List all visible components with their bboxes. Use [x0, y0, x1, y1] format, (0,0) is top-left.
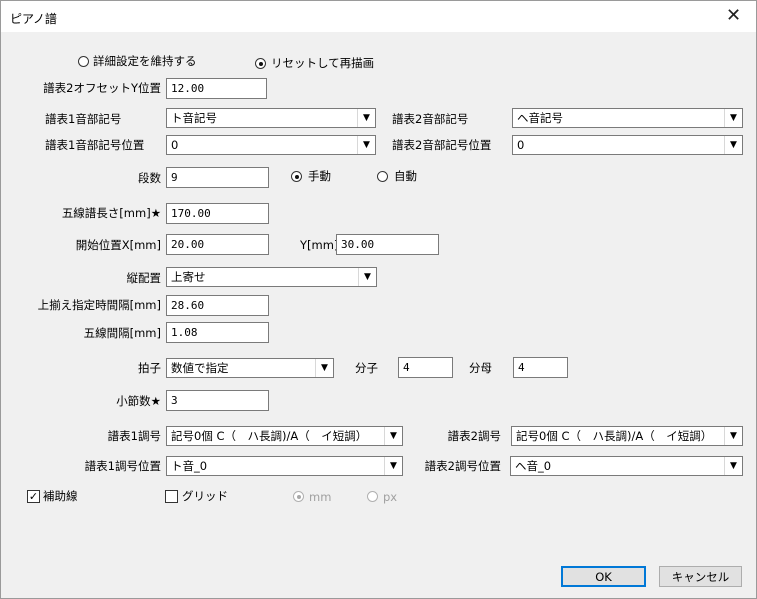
- grid-label: グリッド: [182, 489, 228, 503]
- clef2-value: ヘ音記号: [517, 112, 563, 125]
- clef1-select[interactable]: ト音記号 ▼: [166, 108, 376, 128]
- dialog-window: ピアノ譜 ✕ 詳細設定を維持する リセットして再描画 譜表2オフセットY位置 譜…: [0, 0, 757, 599]
- key2-position-value: ヘ音_0: [515, 460, 552, 473]
- denominator-input[interactable]: [513, 357, 568, 378]
- ok-button[interactable]: OK: [561, 566, 646, 587]
- start-y-input[interactable]: [336, 234, 439, 255]
- key1-position-select[interactable]: ト音_0 ▼: [166, 456, 403, 476]
- radio-auto-label: 自動: [394, 169, 417, 183]
- vertical-align-select[interactable]: 上寄せ ▼: [166, 267, 377, 287]
- clef2-select[interactable]: ヘ音記号 ▼: [512, 108, 743, 128]
- cancel-button[interactable]: キャンセル: [659, 566, 742, 587]
- key2-value: 記号0個 C（ ハ長調)/A（ イ短調）: [516, 430, 713, 443]
- clef2-position-select[interactable]: 0 ▼: [512, 135, 743, 155]
- chevron-down-icon: ▼: [724, 136, 742, 154]
- radio-manual-label: 手動: [308, 169, 331, 183]
- radio-unit-mm[interactable]: [293, 491, 304, 502]
- key1-value: 記号0個 C（ ハ長調)/A（ イ短調）: [171, 430, 368, 443]
- clef1-position-label: 譜表1音部記号位置: [45, 138, 145, 152]
- chevron-down-icon: ▼: [724, 457, 742, 475]
- radio-reset-redraw-label: リセットして再描画: [271, 56, 375, 70]
- chevron-down-icon: ▼: [357, 109, 375, 127]
- key1-select[interactable]: 記号0個 C（ ハ長調)/A（ イ短調） ▼: [166, 426, 403, 446]
- time-signature-select[interactable]: 数値で指定 ▼: [166, 358, 334, 378]
- offset-y-input[interactable]: [166, 78, 267, 99]
- radio-reset-redraw[interactable]: [255, 58, 266, 69]
- staff-spacing-input[interactable]: [166, 322, 269, 343]
- radio-keep-settings[interactable]: [78, 56, 89, 67]
- radio-unit-px-label: px: [383, 490, 398, 504]
- staff-spacing-label: 五線間隔[mm]: [83, 326, 161, 340]
- staff-length-input[interactable]: [166, 203, 269, 224]
- time-signature-value: 数値で指定: [171, 362, 229, 375]
- radio-manual[interactable]: [291, 171, 302, 182]
- key2-label: 譜表2調号: [447, 429, 501, 443]
- chevron-down-icon: ▼: [384, 427, 402, 445]
- chevron-down-icon: ▼: [724, 427, 742, 445]
- measures-label: 小節数★: [116, 394, 161, 408]
- title-bar: ピアノ譜 ✕: [1, 1, 756, 32]
- numerator-input[interactable]: [398, 357, 453, 378]
- radio-unit-mm-label: mm: [309, 490, 332, 504]
- vertical-align-label: 縦配置: [126, 271, 162, 285]
- start-x-label: 開始位置X[mm]: [75, 238, 161, 252]
- clef1-position-value: 0: [171, 139, 179, 152]
- start-y-label: Y[mm]: [300, 238, 339, 252]
- guides-label: 補助線: [43, 489, 78, 503]
- top-align-spacing-input[interactable]: [166, 295, 269, 316]
- clef1-label: 譜表1音部記号: [45, 112, 122, 126]
- staff-length-label: 五線譜長さ[mm]★: [61, 206, 161, 220]
- key1-position-value: ト音_0: [171, 460, 208, 473]
- clef2-position-label: 譜表2音部記号位置: [392, 138, 492, 152]
- key2-position-label: 譜表2調号位置: [424, 459, 501, 473]
- clef1-value: ト音記号: [171, 112, 217, 125]
- rows-label: 段数: [138, 171, 161, 185]
- guides-checkbox[interactable]: ✓: [27, 490, 40, 503]
- start-x-input[interactable]: [166, 234, 269, 255]
- time-signature-label: 拍子: [138, 361, 161, 375]
- top-align-spacing-label: 上揃え指定時間隔[mm]: [37, 298, 161, 312]
- close-icon[interactable]: ✕: [711, 1, 756, 32]
- chevron-down-icon: ▼: [357, 136, 375, 154]
- radio-auto[interactable]: [377, 171, 388, 182]
- numerator-label: 分子: [355, 361, 378, 375]
- key1-position-label: 譜表1調号位置: [84, 459, 161, 473]
- radio-keep-settings-label: 詳細設定を維持する: [93, 54, 197, 68]
- radio-unit-px[interactable]: [367, 491, 378, 502]
- chevron-down-icon: ▼: [315, 359, 333, 377]
- clef2-position-value: 0: [517, 139, 525, 152]
- window-title: ピアノ譜: [10, 12, 57, 26]
- clef2-label: 譜表2音部記号: [392, 112, 469, 126]
- chevron-down-icon: ▼: [358, 268, 376, 286]
- vertical-align-value: 上寄せ: [171, 271, 206, 284]
- key2-select[interactable]: 記号0個 C（ ハ長調)/A（ イ短調） ▼: [511, 426, 743, 446]
- clef1-position-select[interactable]: 0 ▼: [166, 135, 376, 155]
- offset-y-label: 譜表2オフセットY位置: [43, 81, 161, 95]
- grid-checkbox[interactable]: [165, 490, 178, 503]
- measures-input[interactable]: [166, 390, 269, 411]
- denominator-label: 分母: [469, 361, 492, 375]
- key1-label: 譜表1調号: [107, 429, 161, 443]
- rows-input[interactable]: [166, 167, 269, 188]
- chevron-down-icon: ▼: [724, 109, 742, 127]
- key2-position-select[interactable]: ヘ音_0 ▼: [510, 456, 743, 476]
